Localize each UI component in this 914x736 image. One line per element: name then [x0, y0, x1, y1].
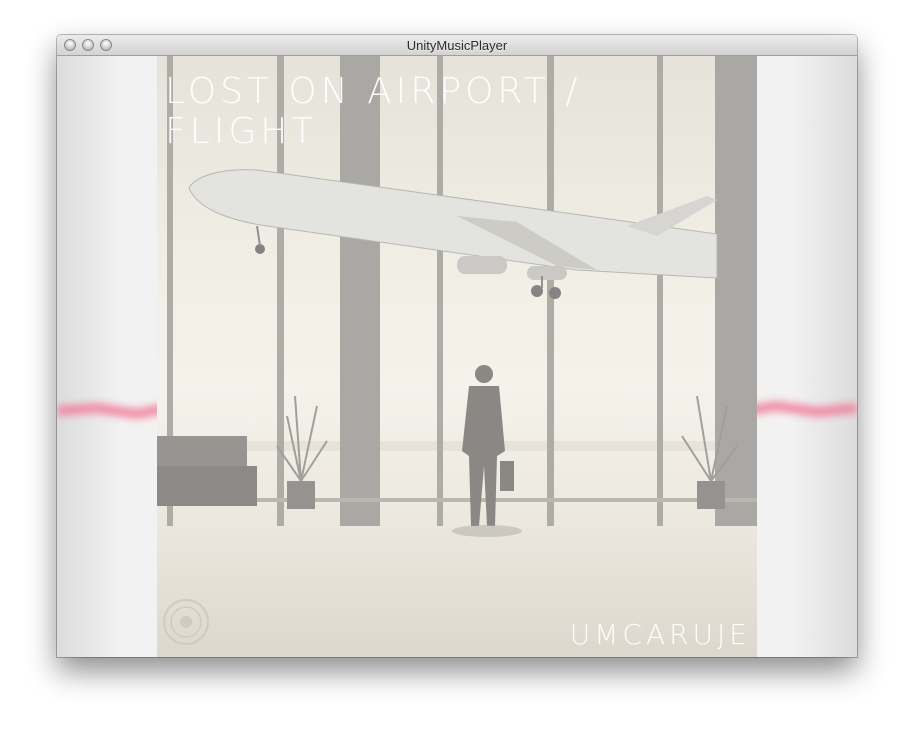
title-bar[interactable]: UnityMusicPlayer	[57, 35, 857, 56]
album-title-line-1: Lost on Airport /	[165, 71, 582, 112]
artist-name: UMCARUJE	[569, 618, 751, 651]
app-window: UnityMusicPlayer LOST ON AIRPORT / FLIGH…	[57, 35, 857, 657]
album-title-line-2: Flight	[165, 111, 318, 152]
window-title: UnityMusicPlayer	[406, 38, 508, 53]
player-content: Lost on Airport / Flight UMCARUJE	[57, 56, 857, 657]
album-title: Lost on Airport / Flight	[165, 72, 645, 152]
album-cover: Lost on Airport / Flight UMCARUJE	[157, 56, 757, 657]
